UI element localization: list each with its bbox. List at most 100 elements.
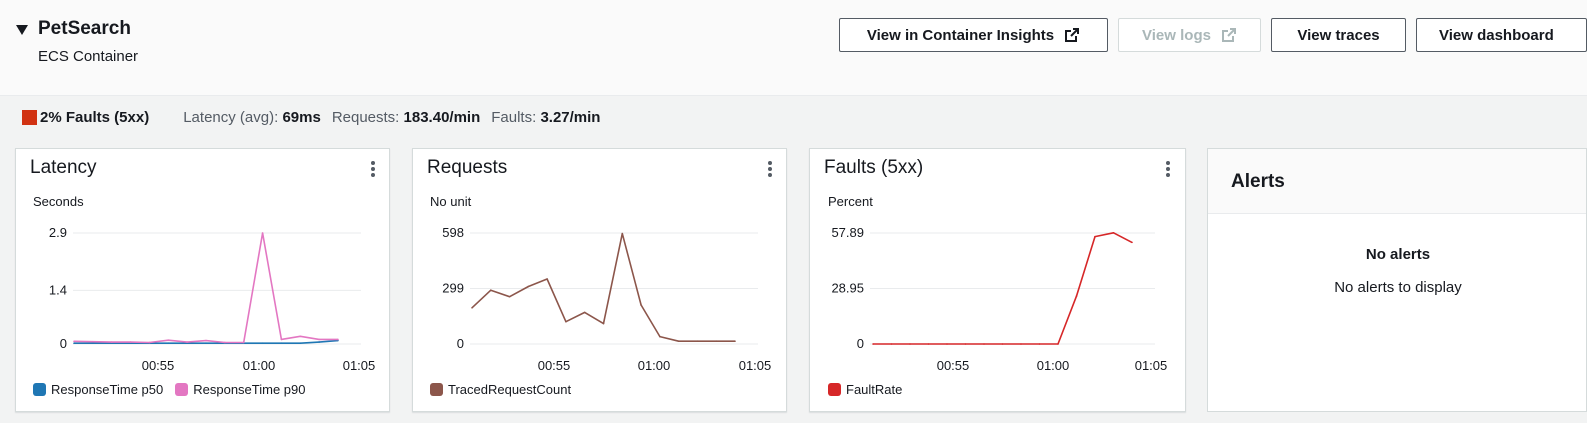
data-point bbox=[872, 343, 874, 345]
data-point bbox=[1094, 235, 1096, 238]
view-traces-label: View traces bbox=[1297, 26, 1380, 44]
view-dashboard-button[interactable]: View dashboard bbox=[1416, 18, 1587, 52]
legend-label: ResponseTime p90 bbox=[193, 382, 306, 397]
latency-chart: 0 1.4 2.9 00:55 01:00 01:05 bbox=[49, 225, 376, 373]
faults-value: 3.27/min bbox=[540, 109, 601, 126]
data-point bbox=[983, 343, 985, 345]
no-alerts-text: No alerts to display bbox=[1334, 279, 1462, 296]
legend-label: ResponseTime p50 bbox=[51, 382, 164, 397]
legend-item[interactable]: FaultRate bbox=[828, 382, 902, 397]
data-point bbox=[337, 338, 339, 341]
data-point bbox=[1001, 343, 1004, 345]
latency-label: Latency (avg): bbox=[183, 109, 279, 126]
data-point bbox=[489, 289, 492, 291]
data-point bbox=[205, 339, 207, 342]
faults-panel: Faults (5xx) Percent 0 28.95 57.89 00:55 01:… bbox=[809, 148, 1186, 412]
data-point bbox=[527, 285, 530, 288]
data-point bbox=[318, 338, 320, 341]
requests-value: 183.40/min bbox=[403, 109, 481, 126]
legend-swatch bbox=[33, 383, 46, 396]
x-tick-label: 01:00 bbox=[638, 358, 671, 373]
y-tick-label: 0 bbox=[857, 336, 864, 351]
y-tick-label: 28.95 bbox=[831, 280, 864, 295]
view-traces-button[interactable]: View traces bbox=[1271, 18, 1406, 52]
alerts-title: Alerts bbox=[1231, 171, 1285, 192]
x-tick-label: 01:05 bbox=[343, 358, 376, 373]
data-point bbox=[129, 341, 132, 343]
service-title: PetSearch bbox=[38, 18, 131, 39]
data-point bbox=[280, 338, 283, 341]
faults-label: Faults: bbox=[491, 109, 537, 126]
data-point bbox=[73, 342, 75, 345]
view-container-insights-button[interactable]: View in Container Insights bbox=[839, 18, 1108, 52]
data-point bbox=[261, 342, 264, 345]
data-point bbox=[1057, 343, 1059, 345]
y-tick-label: 0 bbox=[60, 336, 67, 351]
data-point bbox=[92, 342, 94, 345]
requests-panel: Requests No unit 0 299 598 00:55 01:00 01:05 … bbox=[412, 148, 787, 412]
view-container-insights-label: View in Container Insights bbox=[866, 26, 1055, 44]
x-tick-label: 00:55 bbox=[937, 358, 970, 373]
data-point bbox=[696, 340, 699, 343]
data-point bbox=[280, 342, 283, 345]
data-point bbox=[508, 295, 511, 298]
faults-badge: 2% Faults (5xx) bbox=[40, 109, 150, 126]
y-tick-label: 57.89 bbox=[831, 225, 864, 240]
legend-item[interactable]: ResponseTime p50 bbox=[33, 382, 163, 397]
x-tick-label: 01:00 bbox=[1037, 358, 1070, 373]
x-tick-label: 00:55 bbox=[142, 358, 175, 373]
data-point bbox=[1112, 231, 1115, 234]
latency-value: 69ms bbox=[282, 109, 321, 126]
data-point bbox=[677, 340, 680, 343]
data-point bbox=[73, 340, 75, 343]
data-point bbox=[602, 322, 605, 325]
data-point bbox=[546, 278, 548, 280]
fault-status-square bbox=[22, 110, 37, 125]
data-point bbox=[583, 311, 586, 314]
metrics-summary: 2% Faults (5xx) Latency (avg): 69ms Requ… bbox=[22, 109, 600, 126]
legend-item[interactable]: ResponseTime p90 bbox=[175, 382, 306, 397]
data-point bbox=[167, 342, 170, 345]
service-subtitle: ECS Container bbox=[38, 48, 139, 65]
data-point bbox=[964, 343, 967, 345]
data-point bbox=[471, 307, 473, 309]
y-tick-label: 299 bbox=[442, 281, 464, 296]
view-logs-button[interactable]: View logs bbox=[1118, 18, 1261, 52]
data-point bbox=[1038, 343, 1041, 345]
latency-panel: Latency Seconds 0 1.4 2.9 00:55 01:00 01:05 R… bbox=[15, 148, 390, 412]
data-point bbox=[224, 341, 226, 344]
data-point bbox=[890, 343, 893, 345]
data-point bbox=[299, 342, 302, 345]
legend-swatch bbox=[828, 383, 841, 396]
data-point bbox=[734, 340, 736, 343]
data-point bbox=[186, 341, 188, 343]
data-point bbox=[318, 341, 320, 343]
faults-legend: FaultRate bbox=[828, 382, 914, 397]
data-point bbox=[92, 340, 94, 343]
data-point bbox=[110, 341, 113, 343]
requests-label: Requests: bbox=[331, 109, 400, 126]
y-tick-label: 2.9 bbox=[49, 225, 67, 240]
view-dashboard-label: View dashboard bbox=[1439, 26, 1554, 44]
data-point bbox=[1075, 295, 1078, 297]
series-line bbox=[471, 232, 735, 342]
faults-chart: 0 28.95 57.89 00:55 01:00 01:05 bbox=[831, 225, 1167, 373]
data-point bbox=[927, 343, 930, 345]
collapse-caret-icon[interactable] bbox=[16, 25, 28, 35]
external-link-icon bbox=[1065, 28, 1080, 42]
requests-chart: 0 299 598 00:55 01:00 01:05 bbox=[442, 225, 771, 373]
view-logs-label: View logs bbox=[1142, 26, 1211, 44]
alerts-panel: Alerts No alerts No alerts to display bbox=[1207, 148, 1587, 412]
data-point bbox=[909, 343, 911, 345]
data-point bbox=[621, 232, 624, 235]
x-tick-label: 01:00 bbox=[243, 358, 276, 373]
data-point bbox=[659, 335, 661, 338]
data-point bbox=[1020, 343, 1022, 345]
data-point bbox=[261, 232, 264, 234]
legend-item[interactable]: TracedRequestCount bbox=[430, 382, 571, 397]
requests-legend: TracedRequestCount bbox=[430, 382, 583, 397]
y-tick-label: 598 bbox=[442, 225, 464, 240]
data-point bbox=[299, 335, 302, 338]
legend-label: FaultRate bbox=[846, 382, 903, 397]
data-point bbox=[167, 339, 170, 341]
